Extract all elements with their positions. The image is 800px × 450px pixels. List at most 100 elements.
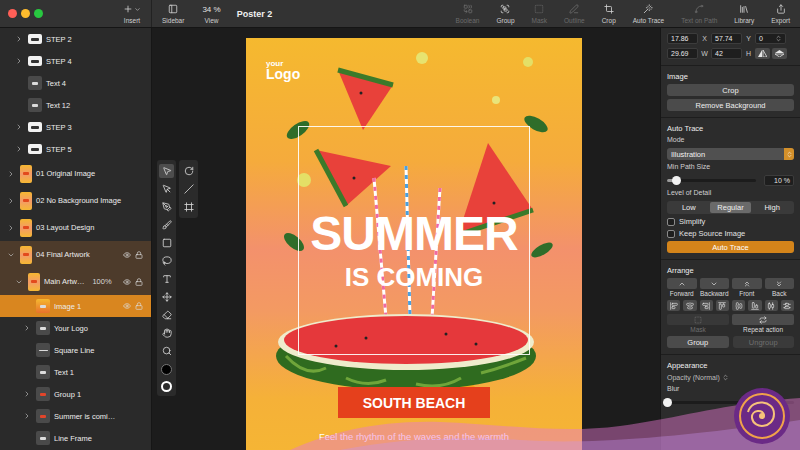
slider-knob[interactable] [663, 398, 672, 407]
poster-headline[interactable]: SUMMER [246, 210, 582, 258]
close-button[interactable] [8, 9, 17, 18]
poster-subheadline[interactable]: IS COMING [246, 264, 582, 290]
group-button[interactable]: Ungroup [733, 336, 795, 348]
tool-button[interactable] [159, 182, 174, 196]
layer-row[interactable]: Square Line [0, 339, 151, 361]
toolbar-button[interactable]: Mask [530, 4, 550, 24]
lock-icon[interactable] [135, 302, 143, 310]
arrange-action[interactable]: Mask [667, 314, 729, 333]
poster-artboard[interactable]: yourLogo SUMMER IS COMING SOUTH BEACH Feel t… [246, 38, 582, 450]
align-button[interactable] [781, 300, 794, 311]
align-button[interactable] [765, 300, 778, 311]
opacity-menu[interactable]: Opacity (Normal) [667, 373, 794, 382]
group-button[interactable]: Group [667, 336, 729, 348]
layer-row[interactable]: STEP 2 [0, 28, 151, 50]
insert-button[interactable]: Insert [121, 4, 143, 24]
tool-button[interactable] [181, 182, 196, 196]
fill-swatch[interactable] [161, 364, 172, 375]
layer-disclosure[interactable] [14, 122, 24, 132]
layer-row[interactable]: Line Frame [0, 427, 151, 449]
eye-icon[interactable] [123, 251, 131, 259]
layer-disclosure[interactable] [6, 250, 16, 260]
detail-option[interactable]: High [751, 202, 793, 213]
lock-icon[interactable] [135, 278, 143, 286]
toolbar-button[interactable]: Auto Trace [631, 4, 666, 24]
zoom-menu[interactable]: 34 %View [200, 4, 222, 24]
min-path-reading[interactable]: 10 % [764, 175, 794, 186]
checkbox-row[interactable]: Keep Source Image [667, 229, 794, 238]
align-button[interactable] [683, 300, 696, 311]
image-button[interactable]: Crop [667, 84, 794, 96]
layer-disclosure[interactable] [14, 277, 24, 287]
layer-row[interactable]: 02 No Background Image [0, 187, 151, 214]
layer-disclosure[interactable] [22, 323, 32, 333]
layer-row[interactable]: Text 4 [0, 72, 151, 94]
sidebar-button[interactable]: Sidebar [160, 4, 186, 24]
layer-row[interactable]: Text 1 [0, 361, 151, 383]
align-button[interactable] [667, 300, 680, 311]
x-field[interactable]: 17.86 [667, 33, 698, 44]
detail-option[interactable]: Low [668, 202, 710, 213]
layer-row[interactable]: Group 1 [0, 383, 151, 405]
tool-button[interactable] [159, 290, 174, 304]
eye-icon[interactable] [123, 278, 131, 286]
eye-icon[interactable] [123, 302, 131, 310]
tool-button[interactable] [159, 344, 174, 358]
y-field[interactable]: 57.74 [711, 33, 742, 44]
width-field[interactable]: 29.69 [667, 48, 698, 59]
layer-row[interactable]: Main Artw…100% [0, 268, 151, 295]
checkbox-row[interactable]: Simplify [667, 217, 794, 226]
layer-row[interactable]: Text 12 [0, 94, 151, 116]
poster-cta[interactable]: SOUTH BEACH [338, 387, 490, 418]
lock-icon[interactable] [135, 251, 143, 259]
poster-logo[interactable]: yourLogo [266, 60, 300, 81]
layer-disclosure[interactable] [6, 223, 16, 233]
tool-button[interactable] [159, 254, 174, 268]
tool-button[interactable] [159, 236, 174, 250]
layer-disclosure[interactable] [6, 196, 16, 206]
order-button[interactable]: Front [732, 278, 762, 297]
arrange-action[interactable]: Repeat action [732, 314, 794, 333]
layer-row[interactable]: Summer is comi… [0, 405, 151, 427]
layer-disclosure[interactable] [14, 144, 24, 154]
layer-row[interactable]: 01 Original Image [0, 160, 151, 187]
blur-slider[interactable] [667, 401, 794, 404]
minimize-button[interactable] [21, 9, 30, 18]
checkbox[interactable] [667, 218, 675, 226]
toolbar-button[interactable]: Text on Path [679, 4, 719, 24]
order-button[interactable]: Backward [700, 278, 730, 297]
layer-disclosure[interactable] [6, 169, 16, 179]
layer-row[interactable]: STEP 4 [0, 50, 151, 72]
rotation-field[interactable]: 0 [755, 33, 786, 44]
stepper-icon[interactable] [775, 35, 782, 42]
image-button[interactable]: Remove Background [667, 99, 794, 111]
tool-button[interactable] [181, 200, 196, 214]
layer-row[interactable]: STEP 3 [0, 116, 151, 138]
checkbox[interactable] [667, 230, 675, 238]
auto-trace-button[interactable]: Auto Trace [667, 241, 794, 253]
mode-dropdown[interactable]: Illustration [667, 148, 794, 160]
tool-button[interactable] [159, 200, 174, 214]
detail-option[interactable]: Regular [710, 202, 752, 213]
layer-disclosure[interactable] [14, 56, 24, 66]
flip-vertical-button[interactable] [772, 48, 787, 59]
toolbar-button[interactable]: Boolean [454, 4, 482, 24]
tool-button[interactable] [159, 308, 174, 322]
layer-disclosure[interactable] [22, 411, 32, 421]
toolbar-button[interactable]: Export [769, 4, 792, 24]
order-button[interactable]: Forward [667, 278, 697, 297]
poster-body[interactable]: Feel the rhythm of the waves and the war… [246, 431, 582, 442]
tool-button[interactable] [181, 164, 196, 178]
align-button[interactable] [716, 300, 729, 311]
layer-row[interactable]: 04 Final Artwork [0, 241, 151, 268]
tool-button[interactable] [159, 218, 174, 232]
zoom-button[interactable] [34, 9, 43, 18]
layer-row[interactable]: Your Logo [0, 317, 151, 339]
align-button[interactable] [700, 300, 713, 311]
toolbar-button[interactable]: Crop [600, 4, 618, 24]
min-path-slider[interactable] [667, 179, 756, 182]
canvas[interactable]: yourLogo SUMMER IS COMING SOUTH BEACH Feel t… [152, 28, 660, 450]
layer-row[interactable]: 03 Layout Design [0, 214, 151, 241]
tool-button[interactable] [159, 272, 174, 286]
layer-row[interactable]: Image 1 [0, 295, 151, 317]
